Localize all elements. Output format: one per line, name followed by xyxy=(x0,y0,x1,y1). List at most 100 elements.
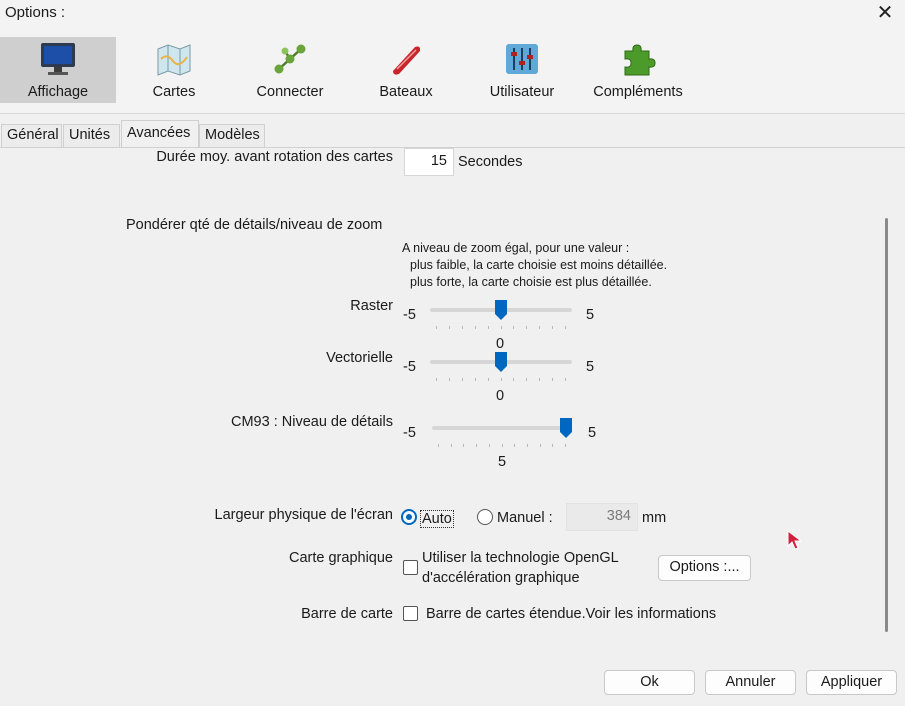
slider-tick xyxy=(501,378,502,381)
tab-bar: Général Unités Avancées Modèles xyxy=(0,118,905,148)
slider-min: -5 xyxy=(403,307,416,323)
cancel-button[interactable]: Annuler xyxy=(705,670,796,695)
slider-tick xyxy=(475,378,476,381)
manual-radio-label[interactable]: Manuel : xyxy=(497,510,553,526)
monitor-icon xyxy=(41,43,75,75)
manual-radio[interactable] xyxy=(477,509,493,525)
auto-radio[interactable] xyxy=(401,509,417,525)
ok-button[interactable]: Ok xyxy=(604,670,695,695)
toolbar-label: Compléments xyxy=(593,84,683,100)
sliders-icon xyxy=(506,44,538,74)
slider-max: 5 xyxy=(586,307,595,323)
detail-note: plus faible, la carte choisie est moins … xyxy=(410,258,668,272)
slider-tick xyxy=(526,378,527,381)
slider-tick xyxy=(436,378,437,381)
tab-modeles[interactable]: Modèles xyxy=(199,124,265,148)
slider-tick xyxy=(502,444,503,447)
vector-label: Vectorielle xyxy=(326,350,393,366)
slider-tick xyxy=(513,326,514,329)
options-toolbar: Affichage Cartes Connecter Bateaux Utili… xyxy=(0,32,905,114)
tab-general[interactable]: Général xyxy=(1,124,62,148)
network-icon xyxy=(274,44,306,74)
graphics-label: Carte graphique xyxy=(289,550,393,566)
slider-ticks xyxy=(436,326,566,330)
slider-tick xyxy=(475,326,476,329)
chartbar-label: Barre de carte xyxy=(301,606,393,622)
slider-tick xyxy=(463,444,464,447)
slider-tick xyxy=(527,444,528,447)
slider-tick xyxy=(552,378,553,381)
slider-tick xyxy=(539,378,540,381)
slider-tick xyxy=(552,326,553,329)
cm93-slider-thumb[interactable] xyxy=(560,418,572,438)
toolbar-item-cartes[interactable]: Cartes xyxy=(116,37,232,103)
detail-note: A niveau de zoom égal, pour une valeur : xyxy=(402,241,630,255)
slider-tick xyxy=(449,326,450,329)
puzzle-icon xyxy=(624,44,656,76)
cm93-slider-track[interactable] xyxy=(432,426,572,430)
toolbar-item-affichage[interactable]: Affichage xyxy=(0,37,116,103)
slider-tick xyxy=(565,444,566,447)
slider-tick xyxy=(488,326,489,329)
slider-tick xyxy=(488,378,489,381)
slider-tick xyxy=(436,326,437,329)
vector-slider-thumb[interactable] xyxy=(495,352,507,372)
slider-tick xyxy=(513,378,514,381)
cm93-label: CM93 : Niveau de détails xyxy=(231,414,393,430)
slider-tick xyxy=(540,444,541,447)
graphics-options-button[interactable]: Options :... xyxy=(658,555,751,581)
rotation-spinbox[interactable]: 15 xyxy=(404,148,454,176)
raster-slider-thumb[interactable] xyxy=(495,300,507,320)
slider-value: 0 xyxy=(496,336,505,348)
slider-tick xyxy=(565,326,566,329)
screen-width-field[interactable]: 384 xyxy=(566,503,638,531)
toolbar-item-complements[interactable]: Compléments xyxy=(580,37,696,103)
slider-tick xyxy=(438,444,439,447)
slider-value: 0 xyxy=(496,388,505,404)
slider-tick xyxy=(462,378,463,381)
chart-map-icon xyxy=(157,44,191,76)
slider-min: -5 xyxy=(403,425,416,441)
toolbar-label: Affichage xyxy=(27,84,89,100)
toolbar-label: Connecter xyxy=(256,84,324,100)
rotation-unit: Secondes xyxy=(458,154,523,170)
title-bar: Options : ✕ xyxy=(0,0,905,32)
screen-width-unit: mm xyxy=(642,510,667,526)
slider-tick xyxy=(476,444,477,447)
close-icon[interactable]: ✕ xyxy=(872,2,898,26)
slider-tick xyxy=(539,326,540,329)
slider-ticks xyxy=(436,378,566,382)
opengl-label[interactable]: Utiliser la technologie OpenGL xyxy=(422,550,619,566)
slider-min: -5 xyxy=(403,359,416,375)
slider-value: 5 xyxy=(498,454,507,470)
toolbar-label: Utilisateur xyxy=(489,84,555,100)
scrollbar-thumb[interactable] xyxy=(885,218,888,632)
toolbar-item-bateaux[interactable]: Bateaux xyxy=(348,37,464,103)
opengl-label[interactable]: d'accélération graphique xyxy=(422,570,580,586)
auto-radio-label[interactable]: Auto xyxy=(420,510,454,528)
toolbar-item-connecter[interactable]: Connecter xyxy=(232,37,348,103)
slider-max: 5 xyxy=(586,359,595,375)
slider-tick xyxy=(565,378,566,381)
slider-tick xyxy=(514,444,515,447)
toolbar-label: Bateaux xyxy=(379,84,433,100)
window-title: Options : xyxy=(5,4,66,21)
slider-tick xyxy=(552,444,553,447)
apply-button[interactable]: Appliquer xyxy=(806,670,897,695)
opengl-checkbox[interactable] xyxy=(403,560,418,575)
chartbar-checkbox-label[interactable]: Barre de cartes étendue.Voir les informa… xyxy=(426,606,716,622)
slider-max: 5 xyxy=(588,425,597,441)
slider-tick xyxy=(526,326,527,329)
screen-width-label: Largeur physique de l'écran xyxy=(214,507,394,523)
tab-unites[interactable]: Unités xyxy=(63,124,120,148)
toolbar-item-utilisateur[interactable]: Utilisateur xyxy=(464,37,580,103)
dialog-footer: Ok Annuler Appliquer xyxy=(0,655,905,706)
cursor-icon xyxy=(787,530,803,550)
boat-icon xyxy=(393,46,421,75)
tab-avancees[interactable]: Avancées xyxy=(121,120,199,148)
slider-tick xyxy=(451,444,452,447)
chartbar-checkbox[interactable] xyxy=(403,606,418,621)
slider-tick xyxy=(501,326,502,329)
slider-tick xyxy=(489,444,490,447)
slider-tick xyxy=(449,378,450,381)
